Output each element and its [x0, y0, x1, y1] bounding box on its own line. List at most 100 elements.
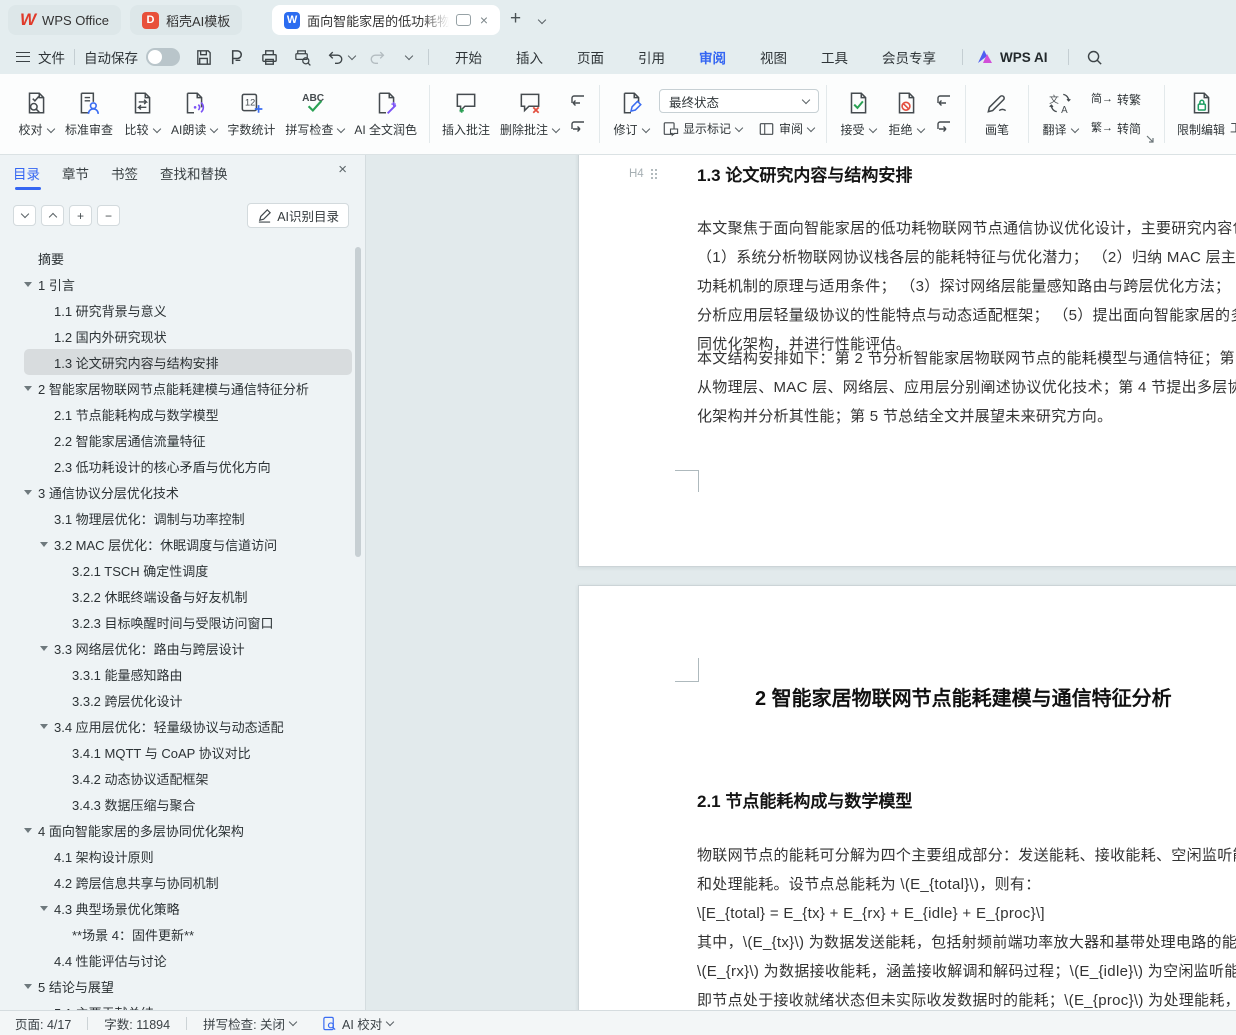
heading-tag-handle[interactable]: H4 [629, 168, 653, 180]
autosave-toggle[interactable] [146, 48, 180, 66]
menu-item[interactable]: 审阅 [682, 40, 743, 74]
word-count-button[interactable]: 12 字数统计 [222, 86, 280, 142]
print-icon[interactable] [260, 48, 279, 67]
menu-item[interactable]: 开始 [438, 40, 499, 74]
toc-item[interactable]: 3.3.1 能量感知路由 [24, 661, 352, 687]
page-indicator[interactable]: 页面: 4/17 [15, 1014, 71, 1033]
window-mode-icon[interactable] [456, 14, 471, 26]
toc-item[interactable]: 2.1 节点能耗构成与数学模型 [24, 401, 352, 427]
ai-recognize-outline-button[interactable]: AI识别目录 [247, 203, 349, 228]
sidebar-tab[interactable]: 章节 [62, 163, 89, 190]
toc-item[interactable]: 1.1 研究背景与意义 [24, 297, 352, 323]
toc-collapse-arrow-icon[interactable] [24, 282, 38, 287]
toc-item[interactable]: 2 智能家居物联网节点能耗建模与通信特征分析 [24, 375, 352, 401]
toc-collapse-arrow-icon[interactable] [24, 984, 38, 989]
review-pane-button[interactable]: 审阅 [755, 118, 817, 139]
ai-polish-button[interactable]: AI 全文润色 [349, 86, 422, 142]
reject-revision-button[interactable]: 拒绝 [882, 86, 930, 142]
ink-brush-button[interactable]: 画笔 [973, 86, 1021, 142]
collapse-all-button[interactable] [13, 205, 36, 226]
toc-item[interactable]: 3.4 应用层优化：轻量级协议与动态适配 [24, 713, 352, 739]
toc-item[interactable]: 3.4.1 MQTT 与 CoAP 协议对比 [24, 739, 352, 765]
toc-collapse-arrow-icon[interactable] [24, 386, 38, 391]
accept-revision-button[interactable]: 接受 [834, 86, 882, 142]
delete-comment-button[interactable]: 删除批注 [495, 86, 564, 142]
toc-item[interactable]: 4.4 性能评估与讨论 [24, 947, 352, 973]
tab-list-chevron-icon[interactable] [534, 10, 547, 32]
toc-item[interactable]: 4.3 典型场景优化策略 [24, 895, 352, 921]
translate-button[interactable]: 文A 翻译 [1036, 86, 1084, 142]
track-changes-button[interactable]: 修订 [607, 86, 655, 142]
previous-comment-icon[interactable] [566, 91, 590, 112]
zoom-in-outline-button[interactable]: + [69, 205, 92, 226]
toc-item[interactable]: 2.2 智能家居通信流量特征 [24, 427, 352, 453]
toc-collapse-arrow-icon[interactable] [40, 724, 54, 729]
menu-item[interactable]: 工具 [804, 40, 865, 74]
toc-item[interactable]: 4 面向智能家居的多层协同优化架构 [24, 817, 352, 843]
undo-icon[interactable] [326, 48, 357, 66]
toc-item[interactable]: **场景 4：固件更新** [24, 921, 352, 947]
menu-item[interactable]: 会员专享 [865, 40, 953, 74]
toc-item[interactable]: 3.2.3 目标唤醒时间与受限访问窗口 [24, 609, 352, 635]
redo-icon[interactable] [369, 48, 387, 66]
restrict-editing-button[interactable]: 限制编辑 [1172, 86, 1230, 142]
tab-docer-templates[interactable]: D 稻壳AI模板 [130, 5, 243, 35]
toc-item[interactable]: 3.2.1 TSCH 确定性调度 [24, 557, 352, 583]
show-markup-button[interactable]: 显示标记 [659, 118, 745, 139]
toc-item[interactable]: 5 结论与展望 [24, 973, 352, 999]
quickbar-more-chevron-icon[interactable] [401, 51, 414, 61]
tab-wps-home[interactable]: W WPS Office [8, 5, 121, 35]
drag-handle-icon[interactable] [650, 169, 653, 171]
close-tab-icon[interactable]: × [480, 12, 488, 28]
sidebar-tab[interactable]: 书签 [111, 163, 138, 190]
toc-item[interactable]: 3 通信协议分层优化技术 [24, 479, 352, 505]
toc-collapse-arrow-icon[interactable] [24, 490, 38, 495]
tab-document[interactable]: W 面向智能家居的低功耗物联网 × [272, 5, 500, 35]
ai-read-aloud-button[interactable]: AI朗读 [166, 86, 222, 142]
new-tab-button[interactable]: + [510, 8, 521, 30]
toc-item[interactable]: 3.4.3 数据压缩与聚合 [24, 791, 352, 817]
toc-item[interactable]: 摘要 [24, 245, 352, 271]
clipped-ribbon-button[interactable]: 工 [1230, 119, 1236, 136]
spell-check-button[interactable]: ABC 拼写检查 [280, 86, 349, 142]
save-icon[interactable] [194, 48, 213, 67]
toc-item[interactable]: 4.2 跨层信息共享与协同机制 [24, 869, 352, 895]
sidebar-tab[interactable]: 目录 [13, 163, 41, 190]
ai-proofread-status[interactable]: AI 校对 [322, 1014, 395, 1033]
menu-item[interactable]: 视图 [743, 40, 804, 74]
word-count-indicator[interactable]: 字数: 11894 [104, 1014, 170, 1033]
previous-revision-icon[interactable] [932, 91, 956, 112]
next-revision-icon[interactable] [932, 117, 956, 138]
to-simplified-button[interactable]: 繁 → 转简 [1088, 118, 1144, 139]
toc-item[interactable]: 4.1 架构设计原则 [24, 843, 352, 869]
next-comment-icon[interactable] [566, 117, 590, 138]
group-expand-icon[interactable] [1146, 135, 1155, 144]
print-preview-icon[interactable] [293, 48, 312, 67]
toc-item[interactable]: 3.3 网络层优化：路由与跨层设计 [24, 635, 352, 661]
toc-item[interactable]: 1 引言 [24, 271, 352, 297]
toc-item[interactable]: 1.2 国内外研究现状 [24, 323, 352, 349]
toc-collapse-arrow-icon[interactable] [40, 646, 54, 651]
toc-item[interactable]: 5.1 主要贡献总结 [24, 999, 352, 1011]
toc-item[interactable]: 3.1 物理层优化：调制与功率控制 [24, 505, 352, 531]
spellcheck-status[interactable]: 拼写检查: 关闭 [203, 1014, 298, 1033]
sidebar-close-icon[interactable]: × [338, 161, 347, 178]
sidebar-scrollbar-thumb[interactable] [355, 247, 361, 557]
menu-item[interactable]: 引用 [621, 40, 682, 74]
toc-item[interactable]: 2.3 低功耗设计的核心矛盾与优化方向 [24, 453, 352, 479]
expand-all-button[interactable] [41, 205, 64, 226]
toc-item[interactable]: 3.2.2 休眠终端设备与好友机制 [24, 583, 352, 609]
menu-item[interactable]: 页面 [560, 40, 621, 74]
compare-button[interactable]: 比较 [118, 86, 166, 142]
export-pdf-icon[interactable] [227, 48, 246, 67]
standard-review-button[interactable]: 标准审查 [60, 86, 118, 142]
toc-item[interactable]: 3.2 MAC 层优化：休眠调度与信道访问 [24, 531, 352, 557]
menu-item[interactable]: 插入 [499, 40, 560, 74]
toc-collapse-arrow-icon[interactable] [40, 542, 54, 547]
wps-ai-button[interactable]: WPS AI [976, 49, 1048, 65]
file-menu[interactable]: 文件 [38, 47, 65, 67]
toc-item[interactable]: 3.4.2 动态协议适配框架 [24, 765, 352, 791]
proofread-button[interactable]: 校对 [12, 86, 60, 142]
toc-item[interactable]: 3.3.2 跨层优化设计 [24, 687, 352, 713]
main-menu-icon[interactable] [16, 52, 30, 62]
